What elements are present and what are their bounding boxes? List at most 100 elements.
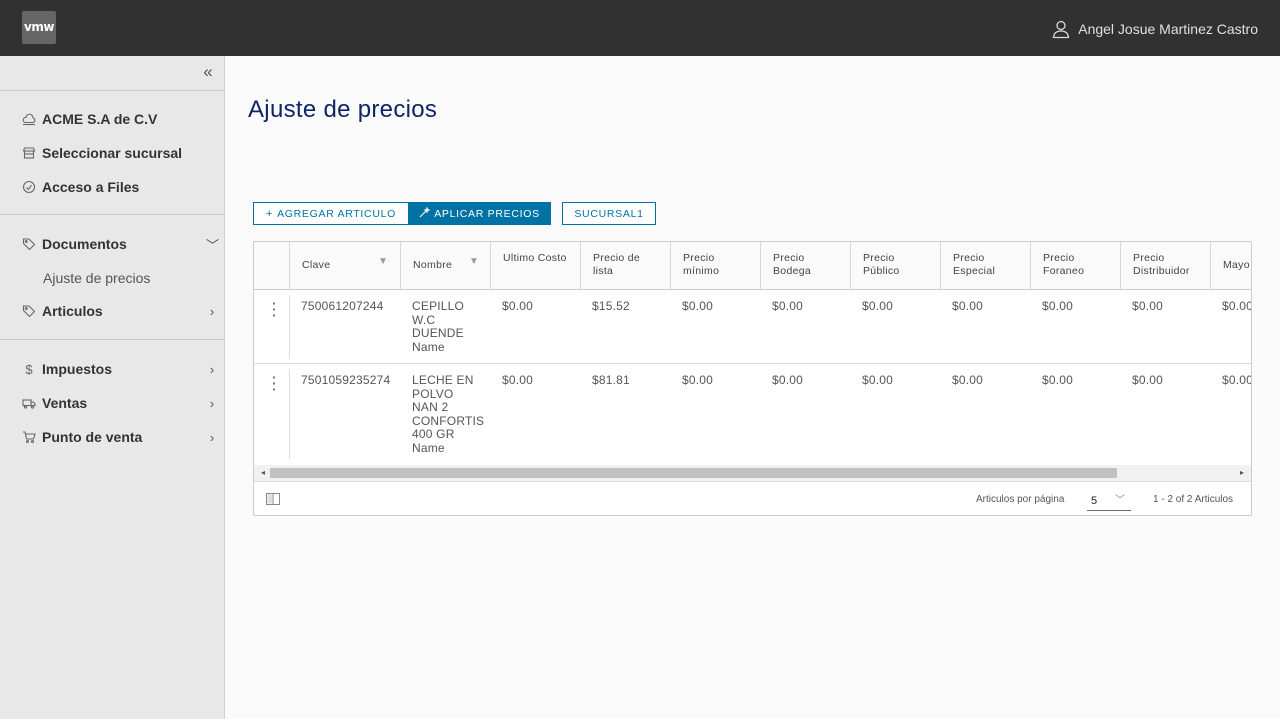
horizontal-scrollbar[interactable]: ◂ ▸ xyxy=(254,465,1251,481)
datagrid-footer: Articulos por página 5 ﹀ 1 - 2 of 2 Arti… xyxy=(254,481,1251,515)
user-icon xyxy=(1053,20,1070,39)
cell-precio-lista: $15.52 xyxy=(592,299,630,313)
pagination-range: 1 - 2 of 2 Articulos xyxy=(1153,494,1234,505)
column-toggle-icon[interactable] xyxy=(266,492,280,505)
sidebar-item-ventas[interactable]: Ventas › xyxy=(22,392,218,414)
column-header-precio-foraneo[interactable]: Precio Foraneo xyxy=(1030,242,1120,289)
chevron-down-icon: ﹀ xyxy=(206,237,220,253)
cell-precio-minimo: $0.00 xyxy=(682,373,714,387)
sidebar-item-files[interactable]: Acceso a Files xyxy=(22,176,218,198)
dollar-icon: $ xyxy=(25,361,33,377)
sidebar-item-company[interactable]: ACME S.A de C.V xyxy=(22,108,218,130)
cell-precio-foraneo: $0.00 xyxy=(1042,373,1074,387)
column-header-precio-minimo[interactable]: Precio mínimo xyxy=(670,242,760,289)
vmware-logo[interactable]: vmw xyxy=(22,11,56,44)
cell-mayoreo: $0.00 xyxy=(1222,373,1252,387)
filter-icon[interactable]: ▼ xyxy=(378,256,388,269)
per-page-label: Articulos por página xyxy=(976,494,1065,505)
column-header-precio-especial[interactable]: Precio Especial xyxy=(940,242,1030,289)
apply-prices-label: APLICAR PRECIOS xyxy=(434,207,540,220)
sidebar-item-documentos[interactable]: Documentos ﹀ xyxy=(22,233,220,255)
cell-precio-foraneo: $0.00 xyxy=(1042,299,1074,313)
row-actions-icon[interactable]: · · · xyxy=(272,296,277,322)
sidebar-item-branch[interactable]: Seleccionar sucursal xyxy=(22,142,218,164)
sidebar-item-label: Seleccionar sucursal xyxy=(42,145,183,161)
cell-precio-bodega: $0.00 xyxy=(772,299,804,313)
column-header-precio-distribuidor[interactable]: Precio Distribuidor xyxy=(1120,242,1210,289)
sidebar-item-impuestos[interactable]: $ Impuestos › xyxy=(22,358,218,380)
sidebar-item-label: Ajuste de precios xyxy=(43,270,151,286)
cloud-icon xyxy=(22,112,36,126)
prices-datagrid: Clave ▼ Nombre ▼ Ultimo Costo Precio de … xyxy=(253,241,1252,516)
sidebar-item-label: Acceso a Files xyxy=(42,179,140,195)
add-article-button[interactable]: + AGREGAR ARTICULO xyxy=(253,202,409,225)
column-header-nombre[interactable]: Nombre ▼ xyxy=(400,242,490,289)
collapse-sidebar-icon[interactable]: « xyxy=(200,63,216,82)
cell-precio-minimo: $0.00 xyxy=(682,299,714,313)
sidebar-divider xyxy=(0,339,225,340)
page-title: Ajuste de precios xyxy=(248,96,438,123)
truck-icon xyxy=(22,396,36,410)
column-header-precio-lista[interactable]: Precio de lista xyxy=(580,242,670,289)
tag-icon xyxy=(22,237,36,251)
cell-precio-distribuidor: $0.00 xyxy=(1132,373,1164,387)
sidebar-item-label: ACME S.A de C.V xyxy=(42,111,158,127)
cell-ultimo-costo: $0.00 xyxy=(502,299,534,313)
row-actions-icon[interactable]: · · · xyxy=(272,370,277,396)
datagrid-header-row: Clave ▼ Nombre ▼ Ultimo Costo Precio de … xyxy=(254,242,1251,290)
files-icon xyxy=(22,180,36,194)
sidebar-item-label: Articulos xyxy=(42,303,103,319)
column-header-ultimo-costo[interactable]: Ultimo Costo xyxy=(490,242,580,289)
row-separator xyxy=(289,295,290,359)
chevron-right-icon: › xyxy=(209,303,215,319)
table-row: · · · 750061207244 CEPILLO W.C DUENDE Name… xyxy=(254,290,1252,364)
sidebar-divider xyxy=(0,90,225,91)
cell-precio-publico: $0.00 xyxy=(862,299,894,313)
sidebar-item-ajuste-de-precios[interactable]: Ajuste de precios xyxy=(43,267,218,289)
user-name: Angel Josue Martinez Castro xyxy=(1078,21,1258,37)
cell-precio-publico: $0.00 xyxy=(862,373,894,387)
chevron-down-icon: ﹀ xyxy=(1115,495,1125,506)
cell-precio-especial: $0.00 xyxy=(952,299,984,313)
branch-select-button[interactable]: SUCURSAL1 xyxy=(562,202,656,225)
cell-nombre: LECHE EN POLVO NAN 2 CONFORTIS 400 GR Na… xyxy=(412,373,485,455)
sidebar-item-punto-de-venta[interactable]: Punto de venta › xyxy=(22,426,218,448)
cell-precio-bodega: $0.00 xyxy=(772,373,804,387)
column-header-precio-bodega[interactable]: Precio Bodega xyxy=(760,242,850,289)
sidebar-divider xyxy=(0,214,225,215)
sidebar-item-articulos[interactable]: Articulos › xyxy=(22,300,218,322)
column-header-mayoreo[interactable]: Mayo xyxy=(1210,242,1251,289)
scroll-left-icon[interactable]: ◂ xyxy=(257,467,269,479)
add-article-label: AGREGAR ARTICULO xyxy=(277,207,397,220)
user-menu[interactable]: Angel Josue Martinez Castro xyxy=(1051,18,1258,40)
cell-precio-especial: $0.00 xyxy=(952,373,984,387)
shopping-cart-icon xyxy=(22,430,36,444)
scrollbar-thumb[interactable] xyxy=(270,468,1117,478)
wand-icon xyxy=(419,205,431,221)
cell-clave: 7501059235274 xyxy=(301,373,391,387)
chevron-right-icon: › xyxy=(209,395,215,411)
apply-prices-button[interactable]: APLICAR PRECIOS xyxy=(408,202,551,225)
column-header-label: Clave xyxy=(302,259,331,271)
scroll-right-icon[interactable]: ▸ xyxy=(1236,467,1248,479)
cell-nombre: CEPILLO W.C DUENDE Name xyxy=(412,299,465,354)
store-icon xyxy=(22,146,36,160)
column-header-precio-publico[interactable]: Precio Público xyxy=(850,242,940,289)
cell-clave: 750061207244 xyxy=(301,299,384,313)
sidebar-item-label: Impuestos xyxy=(42,361,113,377)
column-header-clave[interactable]: Clave ▼ xyxy=(289,242,400,289)
app-header: vmw Angel Josue Martinez Castro xyxy=(0,0,1280,56)
sidebar-item-label: Punto de venta xyxy=(42,429,143,445)
chevron-right-icon: › xyxy=(209,361,215,377)
cell-mayoreo: $0.00 xyxy=(1222,299,1252,313)
cell-ultimo-costo: $0.00 xyxy=(502,373,534,387)
plus-icon: + xyxy=(265,207,274,220)
sidebar-item-label: Documentos xyxy=(42,236,127,252)
filter-icon[interactable]: ▼ xyxy=(469,256,479,269)
sidebar-item-label: Ventas xyxy=(42,395,88,411)
cell-precio-distribuidor: $0.00 xyxy=(1132,299,1164,313)
action-column-header xyxy=(254,242,290,289)
branch-label: SUCURSAL1 xyxy=(574,207,644,220)
per-page-select[interactable]: 5 ﹀ xyxy=(1087,491,1131,511)
chevron-right-icon: › xyxy=(209,429,215,445)
